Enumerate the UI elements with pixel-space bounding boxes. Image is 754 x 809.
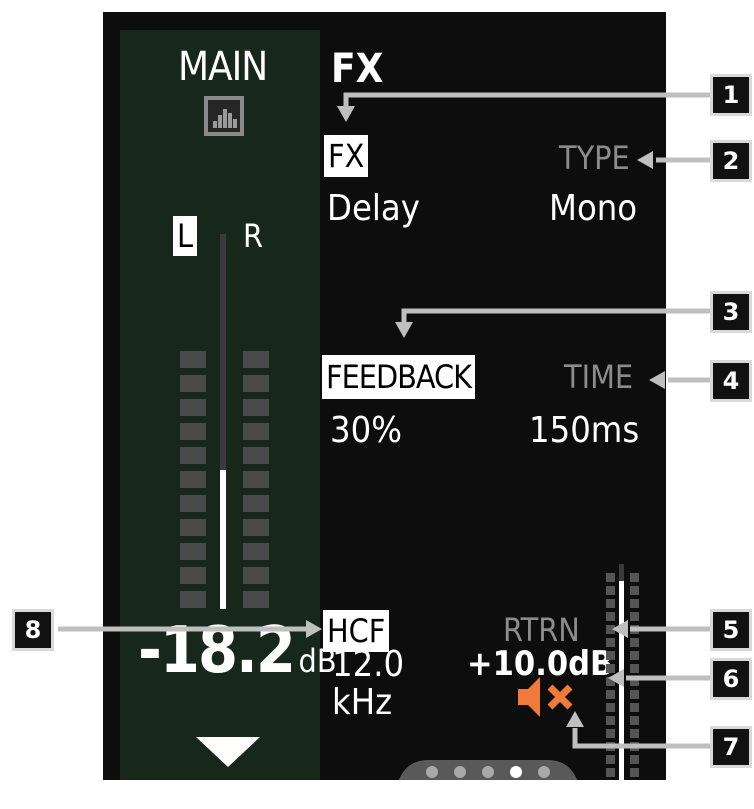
return-meter-segment [606, 651, 615, 660]
return-meter-segment [630, 612, 639, 621]
return-meter-segment [606, 638, 615, 647]
page-title: FX [331, 46, 384, 92]
type-label[interactable]: TYPE [559, 138, 630, 178]
return-meter-segment [630, 690, 639, 699]
meter-segment [243, 495, 269, 512]
meter-segment [180, 591, 206, 608]
meter-right-label: R [243, 217, 263, 255]
down-arrow-icon[interactable] [196, 737, 260, 767]
return-meter-segment [630, 716, 639, 725]
feedback-value: 30% [330, 410, 402, 451]
page-dot-active[interactable] [510, 766, 522, 778]
return-meter-segment [630, 703, 639, 712]
return-meter-segment [606, 573, 615, 582]
return-meter-segment [630, 599, 639, 608]
hcf-value: 12.0 [332, 644, 405, 685]
meter-segment [180, 399, 206, 416]
meter-segment [180, 423, 206, 440]
time-value: 150ms [529, 410, 640, 451]
return-meter-segment [630, 638, 639, 647]
meter-segment [243, 423, 269, 440]
hcf-unit: kHz [332, 682, 393, 723]
return-meter-segment [630, 768, 639, 777]
main-level-value: -18.2 [138, 614, 296, 688]
main-label: MAIN [178, 44, 268, 90]
return-meter-segment [630, 664, 639, 673]
feedback-label[interactable]: FEEDBACK [322, 355, 475, 399]
return-meter-segment [606, 690, 615, 699]
callout-8: 8 [12, 609, 54, 651]
return-meter-segment [606, 755, 615, 764]
meter-left-label[interactable]: L [173, 216, 198, 256]
main-fader-level [220, 470, 226, 609]
return-meter-segment [606, 742, 615, 751]
meter-segment [180, 351, 206, 368]
meter-segment [243, 567, 269, 584]
return-meter-segment [630, 677, 639, 686]
page-dot[interactable] [454, 766, 466, 778]
return-meter-segment [630, 586, 639, 595]
return-meter-segment [630, 573, 639, 582]
callout-2: 2 [710, 140, 752, 182]
meter-segment [180, 375, 206, 392]
page-indicator [398, 760, 578, 780]
return-meter-segment [606, 703, 615, 712]
meter-segment [243, 399, 269, 416]
callout-1: 1 [710, 74, 752, 116]
meter-segment [243, 351, 269, 368]
return-meter-segment [606, 677, 615, 686]
return-meter-segment [630, 742, 639, 751]
page-dot[interactable] [482, 766, 494, 778]
mix-bars-icon[interactable] [204, 96, 244, 136]
page-dot[interactable] [426, 766, 438, 778]
fx-value: Delay [327, 188, 420, 229]
meter-segment [243, 591, 269, 608]
callout-5: 5 [710, 609, 752, 651]
time-label[interactable]: TIME [564, 357, 633, 397]
meter-segment [243, 447, 269, 464]
return-meter-segment [606, 625, 615, 634]
main-level-readout: -18.2 dB [138, 614, 337, 688]
return-meter-segment [630, 651, 639, 660]
meter-segment [243, 543, 269, 560]
speaker-mute-icon[interactable] [516, 675, 576, 719]
meter-segment [180, 567, 206, 584]
return-fader-level [619, 581, 624, 780]
page-dot[interactable] [538, 766, 550, 778]
return-meter-segment [606, 612, 615, 621]
meter-segment [243, 519, 269, 536]
callout-4: 4 [710, 360, 752, 402]
return-meter-segment [606, 729, 615, 738]
callout-7: 7 [710, 726, 752, 768]
return-fader-track[interactable] [619, 564, 624, 780]
type-value: Mono [549, 188, 638, 229]
return-meter-segment [630, 755, 639, 764]
return-meter-segment [630, 729, 639, 738]
return-meter-segment [606, 768, 615, 777]
meter-segment [243, 471, 269, 488]
meter-segment [180, 495, 206, 512]
meter-segment [180, 471, 206, 488]
meter-segment [180, 543, 206, 560]
meter-segment [243, 375, 269, 392]
device-screen: MAIN FX L R -18.2 dB FX Delay TYPE Mono … [103, 12, 666, 780]
return-meter-segment [606, 599, 615, 608]
return-meter-segment [606, 664, 615, 673]
main-fader-track[interactable] [220, 234, 226, 609]
callout-3: 3 [710, 291, 752, 333]
return-meter-segment [606, 716, 615, 725]
meter-segment [180, 447, 206, 464]
meter-segment [180, 519, 206, 536]
fx-label[interactable]: FX [324, 135, 369, 177]
return-meter-segment [630, 625, 639, 634]
return-meter-segment [606, 586, 615, 595]
callout-6: 6 [710, 658, 752, 700]
